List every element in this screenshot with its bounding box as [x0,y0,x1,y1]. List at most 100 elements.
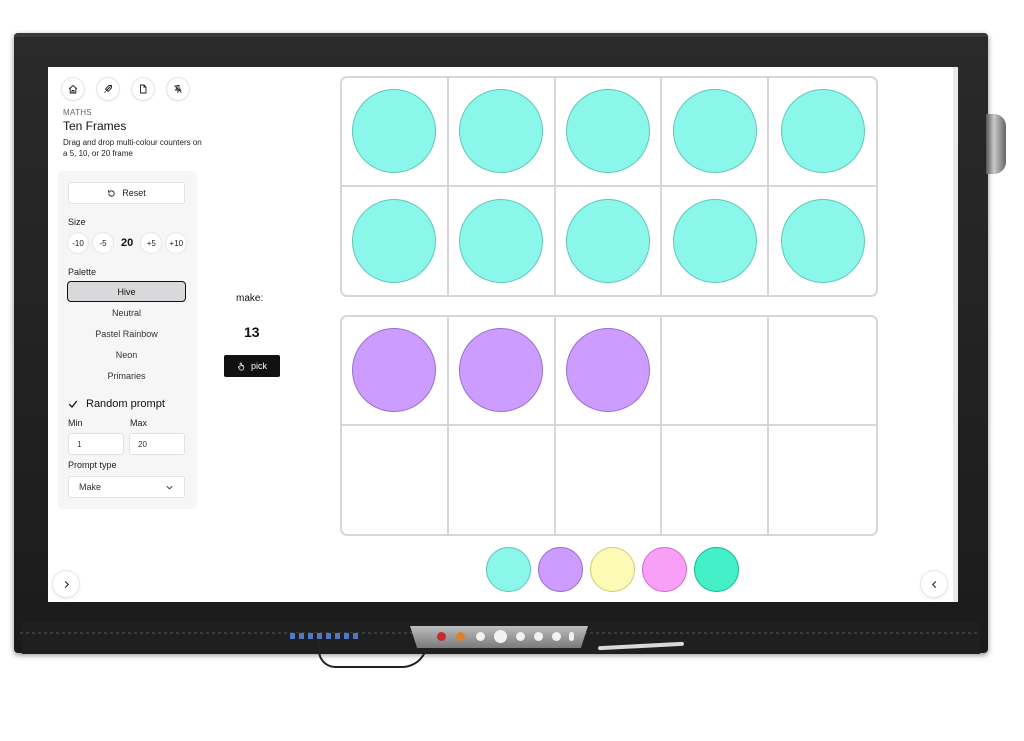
frame-cell[interactable] [662,78,770,187]
frame-cell[interactable] [769,187,876,296]
counter-swatch[interactable] [486,547,531,592]
monitor-side-knob [986,114,1006,174]
frame-cell[interactable] [769,426,876,535]
frame-cell[interactable] [342,317,449,426]
control-button [569,632,574,641]
counter[interactable] [459,328,544,413]
prompt-label: make: [236,293,264,304]
control-button [516,632,525,641]
reset-icon [108,189,115,197]
frame-cell[interactable] [449,186,556,295]
counter[interactable] [672,89,757,174]
power-button [437,632,446,641]
home-icon[interactable] [62,78,84,100]
page-description: Drag and drop multi-colour counters on a… [63,138,202,158]
frame-cell[interactable] [555,78,663,187]
page-title: Ten Frames [63,119,127,133]
reset-label: Reset [122,188,146,198]
next-button[interactable] [53,571,79,597]
home-control-button [494,630,507,643]
palette-option-neutral[interactable]: Neutral [67,302,186,323]
size-minus-5-button[interactable]: -5 [93,233,113,253]
frame-cell[interactable] [342,425,449,534]
usb-ports [290,633,360,639]
frame-cell[interactable] [342,78,449,187]
counter[interactable] [672,198,757,283]
counter[interactable] [565,328,650,413]
frame-cell[interactable] [662,186,770,295]
frame-cell[interactable] [769,317,876,426]
max-field[interactable]: 20 [129,433,185,455]
subject-label: MATHS [63,108,92,117]
size-plus-5-button[interactable]: +5 [141,233,162,253]
frame-cell[interactable] [448,317,556,426]
pin-off-icon[interactable] [167,78,189,100]
counter-swatch[interactable] [590,547,635,592]
previous-button[interactable] [921,571,947,597]
top-toolbar [62,78,189,100]
prompt-number: 13 [244,324,260,340]
size-value: 20 [121,237,134,249]
screen-edge [953,67,958,602]
prompt-type-value: Make [79,482,102,492]
random-prompt-checkbox[interactable]: Random prompt [68,398,165,410]
size-label: Size [68,217,86,227]
counter[interactable] [780,89,865,174]
document-icon[interactable] [132,78,154,100]
counter[interactable] [352,198,437,283]
hand-pointer-icon [238,362,245,370]
chevron-left-icon [931,580,936,588]
pick-button[interactable]: pick [224,355,280,377]
reset-button[interactable]: Reset [68,182,185,204]
bezel-edge [14,33,988,37]
palette-option-neon[interactable]: Neon [67,344,186,365]
counter[interactable] [565,89,650,174]
app-screen: MATHS Ten Frames Drag and drop multi-col… [48,67,953,602]
counter[interactable] [459,198,544,283]
chevron-down-icon [166,485,173,489]
frame-cell[interactable] [556,186,663,295]
prompt-type-label: Prompt type [68,460,117,470]
random-prompt-label: Random prompt [86,398,165,410]
frame-cell[interactable] [662,317,770,426]
frame-cell[interactable] [662,425,770,534]
counter-swatch[interactable] [642,547,687,592]
frame-cell[interactable] [448,78,556,187]
ten-frame-2 [340,315,878,536]
pick-label: pick [250,361,267,371]
control-button [534,632,543,641]
min-field[interactable]: 1 [68,433,124,455]
counter-swatch[interactable] [694,547,739,592]
counter[interactable] [459,89,544,174]
rocket-icon[interactable] [97,78,119,100]
checkmark-icon [68,400,78,408]
size-minus-10-button[interactable]: -10 [68,233,88,253]
counter-palette [486,547,739,592]
prompt-type-select[interactable]: Make [68,476,185,498]
control-button [552,632,561,641]
frame-cell[interactable] [342,186,449,295]
palette-option-primaries[interactable]: Primaries [67,365,186,386]
counter[interactable] [565,198,650,283]
settings-panel: Reset Size -10 -5 20 +5 +10 Palette Hive… [58,171,197,509]
counter[interactable] [780,198,865,283]
counter[interactable] [352,328,437,413]
control-button [476,632,485,641]
size-stepper: -10 -5 20 +5 +10 [68,233,187,253]
min-label: Min [68,418,83,428]
size-plus-10-button[interactable]: +10 [166,233,187,253]
palette-option-pastel-rainbow[interactable]: Pastel Rainbow [67,323,186,344]
frame-cell[interactable] [769,78,876,187]
frame-cell[interactable] [556,425,663,534]
cable [318,642,428,668]
chevron-right-icon [64,580,69,588]
frame-cell[interactable] [555,317,663,426]
palette-label: Palette [68,267,97,277]
input-button [456,632,465,641]
counter[interactable] [352,89,437,174]
palette-list: Hive Neutral Pastel Rainbow Neon Primari… [67,281,186,386]
max-label: Max [130,418,148,428]
counter-swatch[interactable] [538,547,583,592]
palette-option-hive[interactable]: Hive [67,281,186,302]
frame-cell[interactable] [449,425,556,534]
